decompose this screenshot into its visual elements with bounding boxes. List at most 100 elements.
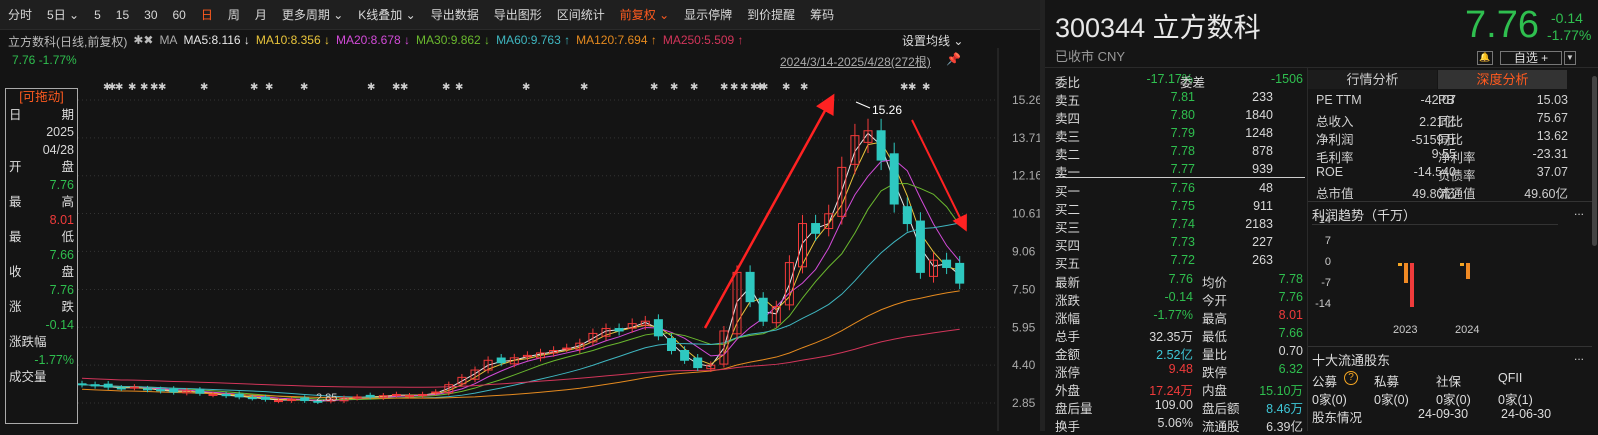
event-marker-icon[interactable]: ✱ bbox=[200, 82, 208, 93]
info-value: 7.76 bbox=[49, 282, 74, 297]
toolbar-item[interactable]: 更多周期 ⌄ bbox=[282, 6, 343, 23]
toolbar-item[interactable]: 月 bbox=[255, 6, 267, 23]
event-marker-icon[interactable]: ✱ bbox=[580, 82, 588, 93]
price-change: -0.14 bbox=[1551, 10, 1583, 26]
event-marker-icon[interactable]: ✱ bbox=[782, 82, 790, 93]
metric-cell: 75.67 bbox=[1536, 111, 1568, 125]
toolbar-item[interactable]: 导出图形 bbox=[494, 6, 542, 23]
bid-row: 买一 7.76 48 bbox=[1045, 179, 1305, 199]
event-marker-icon[interactable]: ✱ bbox=[670, 82, 678, 93]
watchlist-dropdown-icon[interactable]: ▼ bbox=[1564, 51, 1576, 65]
toolbar-item[interactable]: 30 bbox=[144, 8, 157, 22]
event-marker-icon[interactable]: ✱ bbox=[250, 82, 258, 93]
info-label-b: 盘 bbox=[61, 160, 74, 174]
toolbar-item[interactable]: 到价提醒 bbox=[747, 6, 795, 23]
volume: 939 bbox=[1252, 162, 1273, 176]
event-marker-icon[interactable]: ✱ bbox=[522, 82, 530, 93]
event-marker-icon[interactable]: ✱ bbox=[265, 82, 273, 93]
info-value: -0.14 bbox=[45, 317, 75, 332]
event-marker-icon[interactable]: ✱ bbox=[800, 82, 808, 93]
candle bbox=[444, 381, 454, 396]
event-marker-icon[interactable]: ✱ bbox=[115, 82, 123, 93]
volume: 233 bbox=[1252, 90, 1273, 104]
candle bbox=[103, 381, 113, 390]
separator bbox=[1308, 346, 1592, 347]
tab-market-analysis[interactable]: 行情分析 bbox=[1308, 70, 1437, 89]
price: 7.74 bbox=[1170, 217, 1195, 231]
event-marker-icon[interactable]: ✱ bbox=[442, 82, 450, 93]
set-ma-button[interactable]: 设置均线 ⌄ bbox=[902, 32, 963, 49]
add-watchlist-button[interactable]: 自选 + bbox=[1500, 51, 1562, 65]
book-separator bbox=[1055, 177, 1305, 178]
separator bbox=[1312, 224, 1558, 225]
profit-bar bbox=[1466, 263, 1470, 279]
toolbar-item[interactable]: 区间统计 bbox=[557, 6, 605, 23]
toolbar-item[interactable]: 前复权 ⌄ bbox=[620, 6, 669, 23]
event-marker-icon[interactable]: ✱ bbox=[922, 82, 930, 93]
ask-row: 卖一 7.77 939 bbox=[1045, 160, 1305, 180]
event-marker-icon[interactable]: ✱ bbox=[158, 82, 166, 93]
bid-row: 买三 7.74 2183 bbox=[1045, 215, 1305, 235]
info-label: 日期 bbox=[9, 107, 74, 125]
metric-cell: 49.60亿 bbox=[1524, 187, 1568, 201]
toolbar-item[interactable]: 周 bbox=[228, 6, 240, 23]
toolbar-item[interactable]: 60 bbox=[173, 8, 186, 22]
stat-row: 总手 32.35万 最低 7.66 bbox=[1045, 324, 1305, 344]
event-marker-icon[interactable]: ✱ bbox=[720, 82, 728, 93]
drag-info-box[interactable]: [可拖动] 日期 2025 04/28 开盘 7.76 最高 8.01 最低 7.66 收盘 7.76… bbox=[5, 88, 78, 424]
metric-row: PE TTM -42.07 PB 15.03 bbox=[1316, 92, 1586, 110]
value: -1506 bbox=[1271, 72, 1303, 86]
toolbar-item[interactable]: 5 bbox=[94, 8, 101, 22]
event-marker-icon[interactable]: ✱ bbox=[140, 82, 148, 93]
toolbar-item[interactable]: 日 bbox=[201, 6, 213, 23]
help-icon[interactable]: ? bbox=[1344, 371, 1358, 385]
event-marker-icon[interactable]: ✱ bbox=[400, 82, 408, 93]
price: 7.81 bbox=[1170, 90, 1195, 104]
toolbar-item[interactable]: 5日 ⌄ bbox=[47, 6, 79, 23]
event-marker-icon[interactable]: ✱ bbox=[455, 82, 463, 93]
more-icon[interactable]: ... bbox=[1574, 204, 1584, 218]
holder-date: 24-09-30 bbox=[1418, 407, 1469, 421]
bell-icon[interactable]: 🔔 bbox=[1477, 51, 1493, 65]
more-icon[interactable]: ... bbox=[1574, 349, 1584, 363]
kline-chart[interactable]: 15.26 13.71 12.16 10.61 9.06 7.50 5.95 4.40 2.85… bbox=[0, 48, 1040, 431]
event-marker-icon[interactable]: ✱ bbox=[300, 82, 308, 93]
profit-y-tick: -14 bbox=[1315, 298, 1331, 310]
toolbar-item[interactable]: 分时 bbox=[8, 6, 32, 23]
event-marker-icon[interactable]: ✱ bbox=[650, 82, 658, 93]
event-marker-icon[interactable]: ✱ bbox=[128, 82, 136, 93]
toolbar-item[interactable]: 筹码 bbox=[810, 6, 834, 23]
metric-cell: 流通值 bbox=[1438, 187, 1476, 201]
event-marker-icon[interactable]: ✱ bbox=[367, 82, 375, 93]
low-label: 2.85 bbox=[316, 392, 337, 404]
value: -1.77% bbox=[1153, 308, 1193, 322]
metric-cell: PB bbox=[1438, 93, 1455, 107]
holder-count: 0家(0) bbox=[1374, 393, 1409, 407]
holder-info-label: 股东情况 bbox=[1312, 411, 1363, 425]
ma-line bbox=[81, 183, 961, 401]
scrollbar[interactable] bbox=[1592, 76, 1597, 246]
bid-row: 买二 7.75 911 bbox=[1045, 197, 1305, 217]
value: 7.76 bbox=[1168, 272, 1193, 286]
tab-deep-analysis[interactable]: 深度分析 bbox=[1438, 70, 1567, 89]
event-marker-icon[interactable]: ✱ bbox=[760, 82, 768, 93]
volume: 48 bbox=[1259, 181, 1273, 195]
toolbar-item[interactable]: 显示停牌 bbox=[684, 6, 732, 23]
candle bbox=[653, 314, 663, 341]
price: 7.72 bbox=[1170, 253, 1195, 267]
last-price: 7.76 bbox=[1465, 4, 1539, 46]
toolbar-item[interactable]: 15 bbox=[116, 8, 129, 22]
info-value: 7.66 bbox=[49, 247, 74, 262]
event-marker-icon[interactable]: ✱ bbox=[908, 82, 916, 93]
toolbar-item[interactable]: K线叠加 ⌄ bbox=[358, 6, 415, 23]
info-label: 最高 bbox=[9, 194, 74, 212]
event-marker-icon[interactable]: ✱ bbox=[690, 82, 698, 93]
metric-cell: 总市值 bbox=[1316, 187, 1354, 201]
profit-bar bbox=[1398, 263, 1402, 266]
event-marker-icon[interactable]: ✱ bbox=[740, 82, 748, 93]
event-marker-icon[interactable]: ✱ bbox=[730, 82, 738, 93]
candle bbox=[169, 386, 179, 395]
info-label-a: 涨跌幅 bbox=[9, 335, 47, 349]
toolbar-item[interactable]: 导出数据 bbox=[431, 6, 479, 23]
value: 7.66 bbox=[1278, 326, 1303, 340]
